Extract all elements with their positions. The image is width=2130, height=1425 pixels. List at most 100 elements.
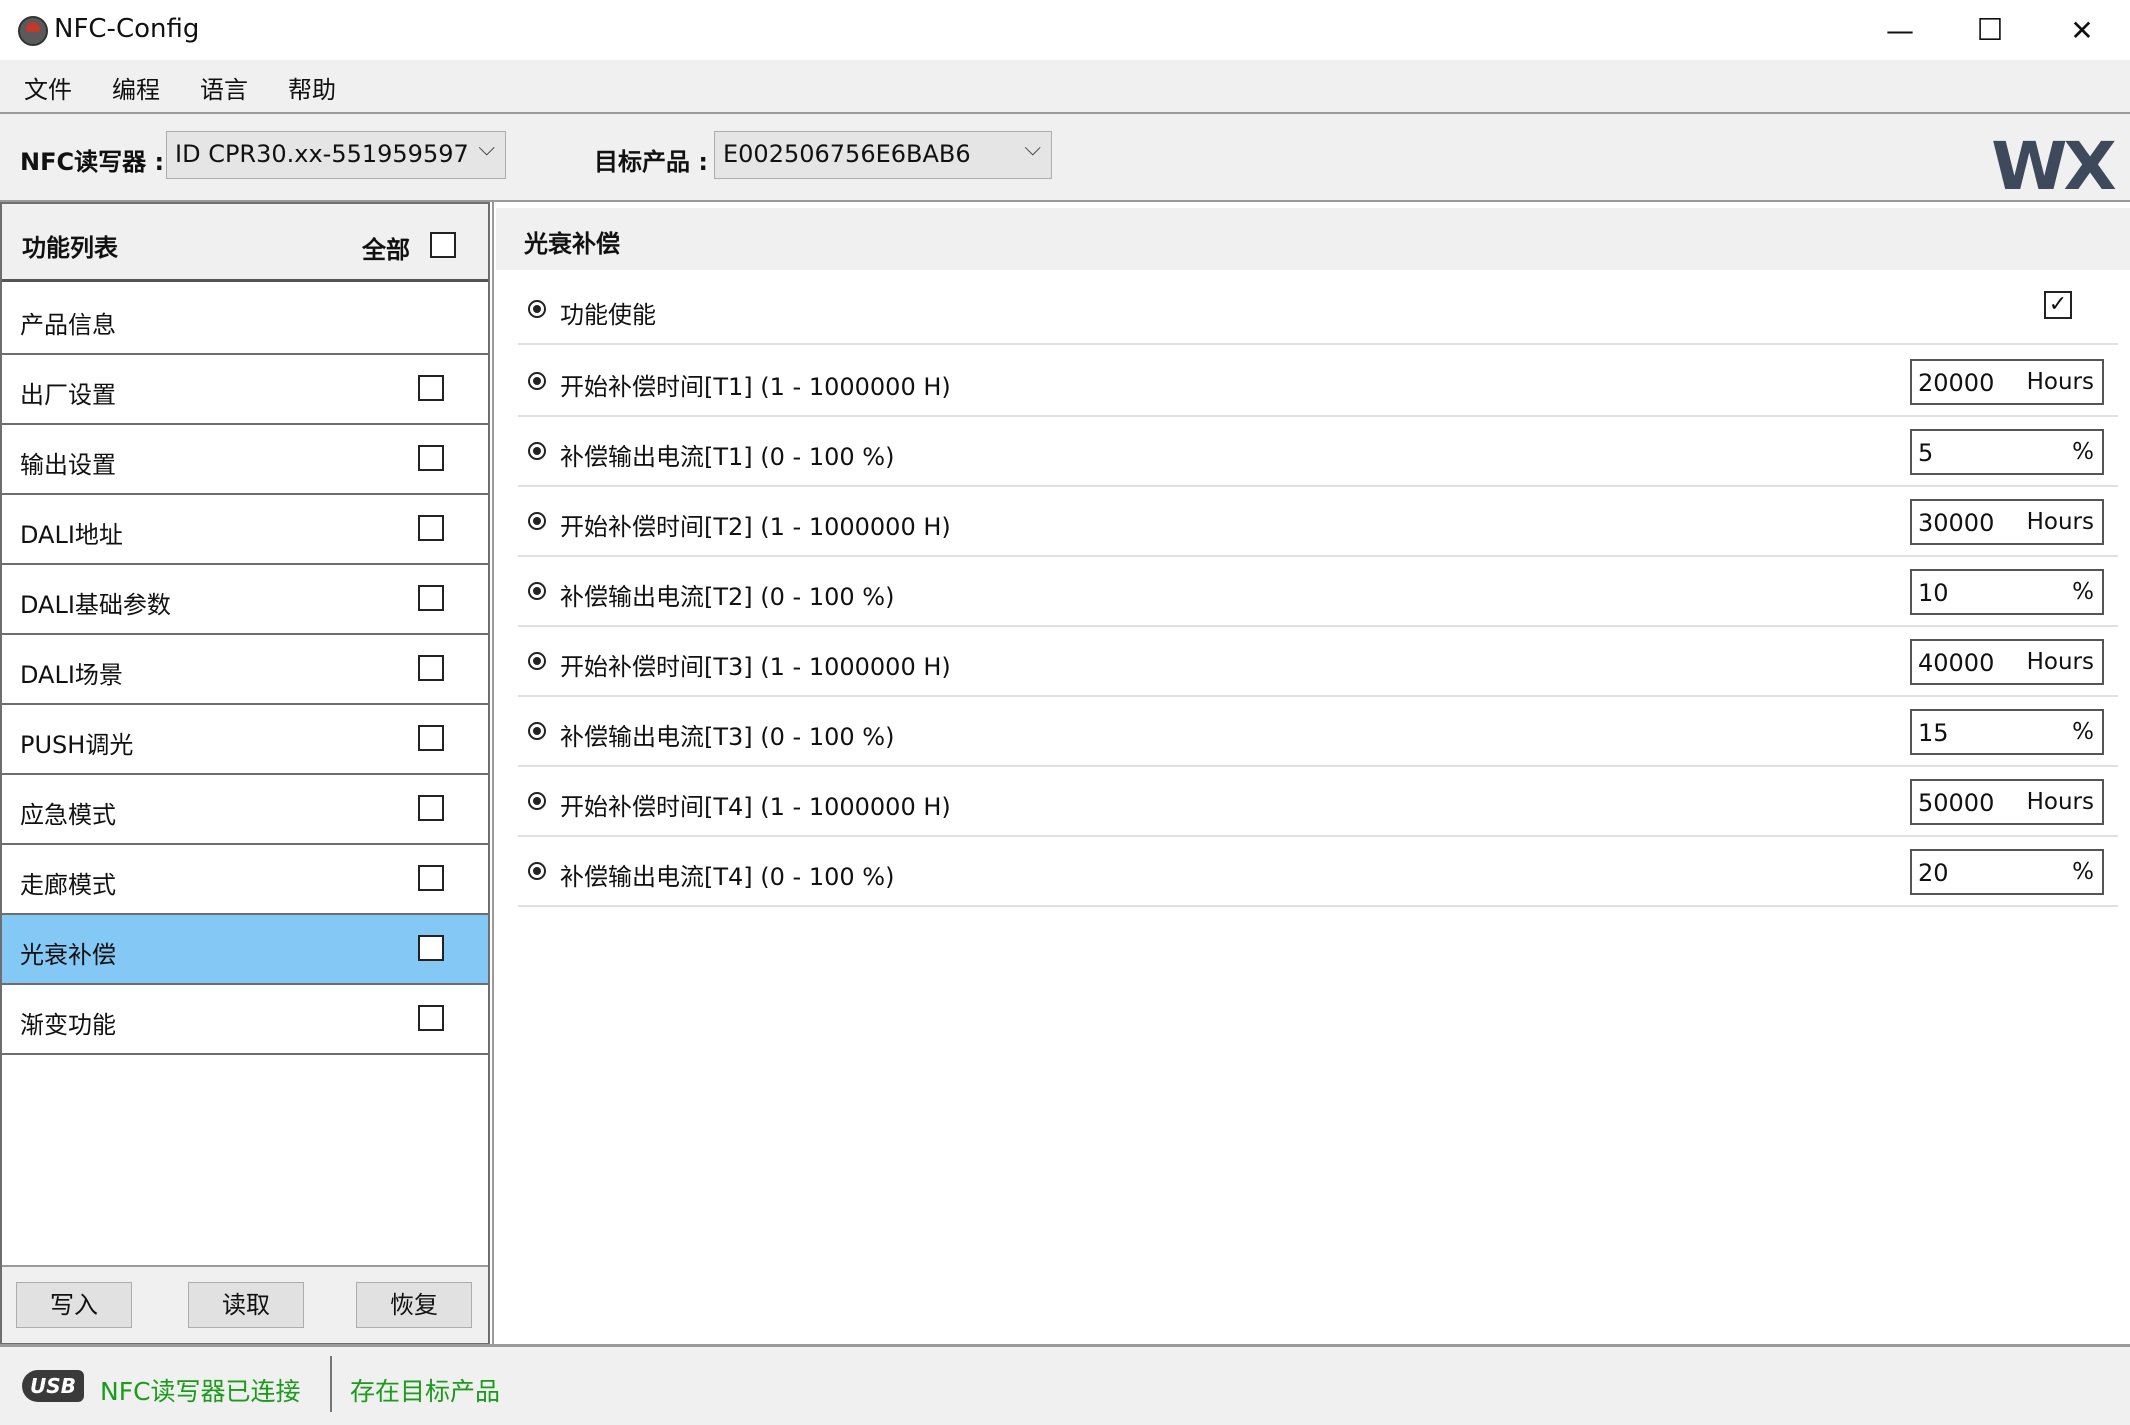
function-list-item[interactable]: 走廊模式 <box>2 845 488 915</box>
function-checkbox[interactable] <box>418 865 444 891</box>
target-status: 存在目标产品 <box>350 1377 501 1406</box>
menu-file[interactable]: 文件 <box>24 70 72 105</box>
title-bar <box>0 0 2130 60</box>
parameter-row: 补偿输出电流[T4] (0 - 100 %) 20% <box>518 837 2118 907</box>
function-checkbox[interactable] <box>418 795 444 821</box>
parameter-value: 5 <box>1918 439 1934 467</box>
parameter-input[interactable]: 20000 Hours <box>1910 359 2104 405</box>
reader-select-value: ID CPR30.xx-551959597 <box>175 140 469 168</box>
reader-select[interactable]: ID CPR30.xx-551959597 ⌵ <box>166 131 506 179</box>
parameter-input[interactable]: 40000 Hours <box>1910 639 2104 685</box>
function-list-item-label: 渐变功能 <box>20 1011 116 1039</box>
parameter-unit: % <box>2072 719 2094 745</box>
radio-bullet-icon <box>528 792 546 810</box>
target-select[interactable]: E002506756E6BAB6 ⌵ <box>714 131 1052 179</box>
radio-bullet-icon <box>528 442 546 460</box>
parameter-label: 补偿输出电流[T4] (0 - 100 %) <box>560 863 895 891</box>
radio-bullet-icon <box>528 652 546 670</box>
parameter-input[interactable]: 10% <box>1910 569 2104 615</box>
function-checkbox[interactable] <box>418 585 444 611</box>
maximize-button[interactable]: ☐ <box>1944 0 2036 60</box>
function-checkbox[interactable] <box>418 375 444 401</box>
settings-header <box>496 208 2130 270</box>
function-list-item-label: PUSH调光 <box>20 731 134 759</box>
function-list-item[interactable]: 出厂设置 <box>2 355 488 425</box>
usb-icon: USB <box>22 1370 84 1402</box>
function-list-item[interactable]: 光衰补偿 <box>2 915 488 985</box>
function-checkbox[interactable] <box>418 445 444 471</box>
chevron-down-icon: ⌵ <box>1024 136 1041 161</box>
function-list-item-label: 输出设置 <box>20 451 116 479</box>
app-logo-icon <box>18 16 48 46</box>
parameter-label: 补偿输出电流[T2] (0 - 100 %) <box>560 583 895 611</box>
function-checkbox[interactable] <box>418 655 444 681</box>
parameter-value: 20 <box>1918 859 1949 887</box>
brand-logo: WX <box>1991 128 2117 205</box>
restore-button[interactable]: 恢复 <box>356 1282 472 1328</box>
parameter-input[interactable]: 30000 Hours <box>1910 499 2104 545</box>
parameter-unit: % <box>2072 579 2094 605</box>
radio-bullet-icon <box>528 372 546 390</box>
menu-help[interactable]: 帮助 <box>288 70 336 105</box>
function-list-item[interactable]: 渐变功能 <box>2 985 488 1055</box>
function-checkbox[interactable] <box>418 725 444 751</box>
select-all-checkbox[interactable] <box>430 232 456 258</box>
function-list-item[interactable]: PUSH调光 <box>2 705 488 775</box>
radio-bullet-icon <box>528 722 546 740</box>
function-list-item[interactable]: DALI基础参数 <box>2 565 488 635</box>
radio-bullet-icon <box>528 582 546 600</box>
parameter-label: 开始补偿时间[T4] (1 - 1000000 H) <box>560 793 951 821</box>
settings-title: 光衰补偿 <box>524 230 620 258</box>
function-list-item-label: DALI基础参数 <box>20 591 171 619</box>
parameter-unit: Hours <box>2026 649 2094 675</box>
parameter-label: 开始补偿时间[T3] (1 - 1000000 H) <box>560 653 951 681</box>
radio-bullet-icon <box>528 300 546 318</box>
parameter-input[interactable]: 50000 Hours <box>1910 779 2104 825</box>
minimize-button[interactable]: — <box>1854 0 1946 60</box>
read-button[interactable]: 读取 <box>188 1282 304 1328</box>
parameter-unit: % <box>2072 859 2094 885</box>
function-list-item[interactable]: 应急模式 <box>2 775 488 845</box>
function-list-item-label: 产品信息 <box>20 311 116 339</box>
function-checkbox[interactable] <box>418 515 444 541</box>
function-checkbox[interactable] <box>418 935 444 961</box>
parameter-unit: Hours <box>2026 789 2094 815</box>
enable-row: 功能使能 ✓ <box>518 275 2118 345</box>
target-select-value: E002506756E6BAB6 <box>723 140 971 168</box>
function-list-item-label: 应急模式 <box>20 801 116 829</box>
close-button[interactable]: ✕ <box>2036 0 2128 60</box>
function-list-header: 功能列表 全部 <box>2 204 488 282</box>
function-list-item[interactable]: DALI地址 <box>2 495 488 565</box>
function-list-title: 功能列表 <box>22 234 118 262</box>
parameter-row: 补偿输出电流[T3] (0 - 100 %) 15% <box>518 697 2118 767</box>
target-label: 目标产品 : <box>594 148 708 176</box>
parameter-input[interactable]: 15% <box>1910 709 2104 755</box>
parameter-label: 开始补偿时间[T2] (1 - 1000000 H) <box>560 513 951 541</box>
parameter-input[interactable]: 5% <box>1910 429 2104 475</box>
menu-program[interactable]: 编程 <box>112 70 160 105</box>
parameter-value: 30000 <box>1918 509 1995 537</box>
window-title: NFC-Config <box>54 14 200 44</box>
parameter-row: 开始补偿时间[T4] (1 - 1000000 H) 50000 Hours <box>518 767 2118 837</box>
enable-checkbox[interactable]: ✓ <box>2044 291 2072 319</box>
function-list-item-label: 光衰补偿 <box>20 941 116 969</box>
function-list-item-label: DALI地址 <box>20 521 123 549</box>
function-checkbox[interactable] <box>418 1005 444 1031</box>
parameter-value: 20000 <box>1918 369 1995 397</box>
parameter-label: 补偿输出电流[T1] (0 - 100 %) <box>560 443 895 471</box>
function-list-item[interactable]: 输出设置 <box>2 425 488 495</box>
reader-label: NFC读写器 : <box>20 148 165 176</box>
menu-language[interactable]: 语言 <box>200 70 248 105</box>
parameter-input[interactable]: 20% <box>1910 849 2104 895</box>
reader-status: NFC读写器已连接 <box>100 1377 301 1406</box>
function-list-item[interactable]: DALI场景 <box>2 635 488 705</box>
parameter-unit: Hours <box>2026 509 2094 535</box>
parameter-unit: % <box>2072 439 2094 465</box>
parameter-label: 补偿输出电流[T3] (0 - 100 %) <box>560 723 895 751</box>
write-button[interactable]: 写入 <box>16 1282 132 1328</box>
function-list-item-label: 走廊模式 <box>20 871 116 899</box>
radio-bullet-icon <box>528 512 546 530</box>
parameter-row: 补偿输出电流[T1] (0 - 100 %) 5% <box>518 417 2118 487</box>
parameter-row: 开始补偿时间[T3] (1 - 1000000 H) 40000 Hours <box>518 627 2118 697</box>
function-list-item[interactable]: 产品信息 <box>2 285 488 355</box>
